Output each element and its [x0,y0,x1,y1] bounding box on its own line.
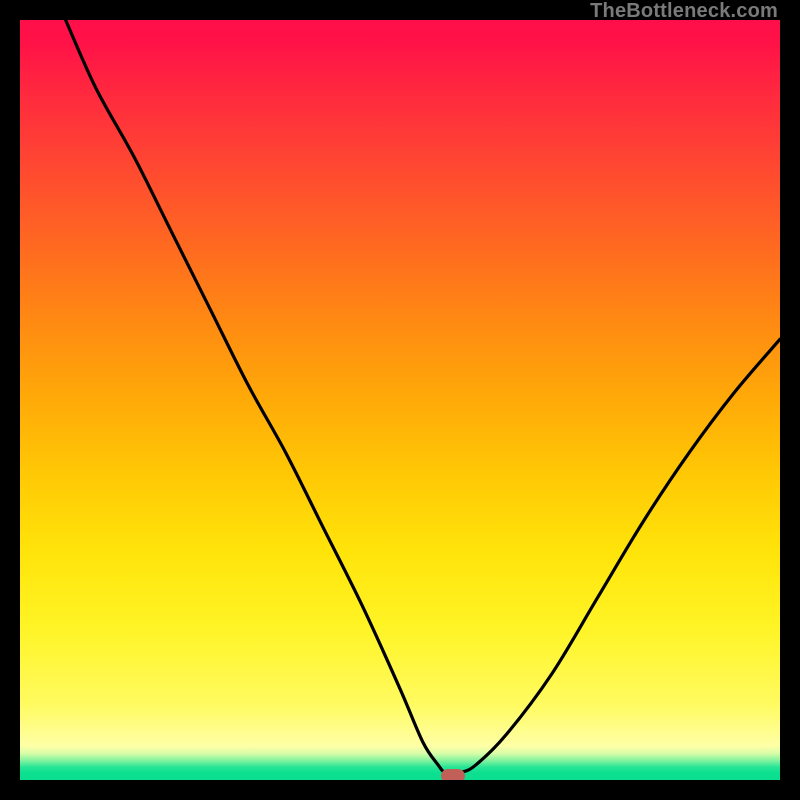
plot-area [20,20,780,780]
bottleneck-curve-path [66,20,780,773]
optimum-marker [441,769,465,780]
chart-frame: TheBottleneck.com [0,0,800,800]
curve-svg [20,20,780,780]
